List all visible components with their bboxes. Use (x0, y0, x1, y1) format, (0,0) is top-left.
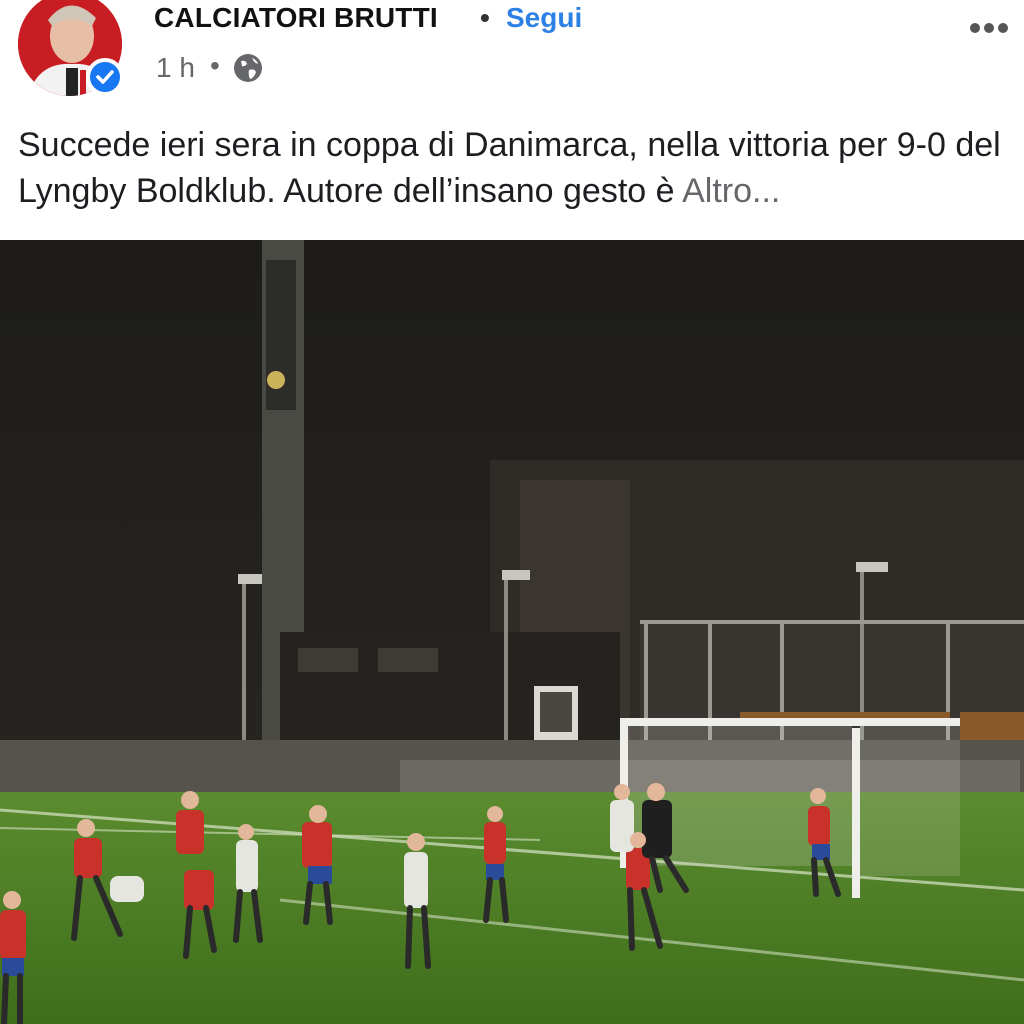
follow-button[interactable]: Segui (506, 2, 582, 34)
post-caption: Succede ieri sera in coppa di Danimarca,… (18, 122, 1018, 214)
author-name[interactable]: CALCIATORI BRUTTI (154, 2, 438, 34)
more-options-icon[interactable] (970, 20, 1020, 50)
see-more-link[interactable]: Altro... (682, 172, 780, 210)
name-separator: • (480, 2, 490, 33)
meta-separator: • (210, 50, 220, 81)
caption-text: Succede ieri sera in coppa di Danimarca,… (18, 126, 1001, 210)
post-header: CALCIATORI BRUTTI • Segui 1 h • (0, 0, 1024, 110)
match-scene-image (0, 240, 1024, 1024)
post-time[interactable]: 1 h (156, 52, 195, 84)
post-video[interactable] (0, 240, 1024, 1024)
globe-icon (234, 54, 262, 82)
verified-check-icon (86, 58, 124, 96)
